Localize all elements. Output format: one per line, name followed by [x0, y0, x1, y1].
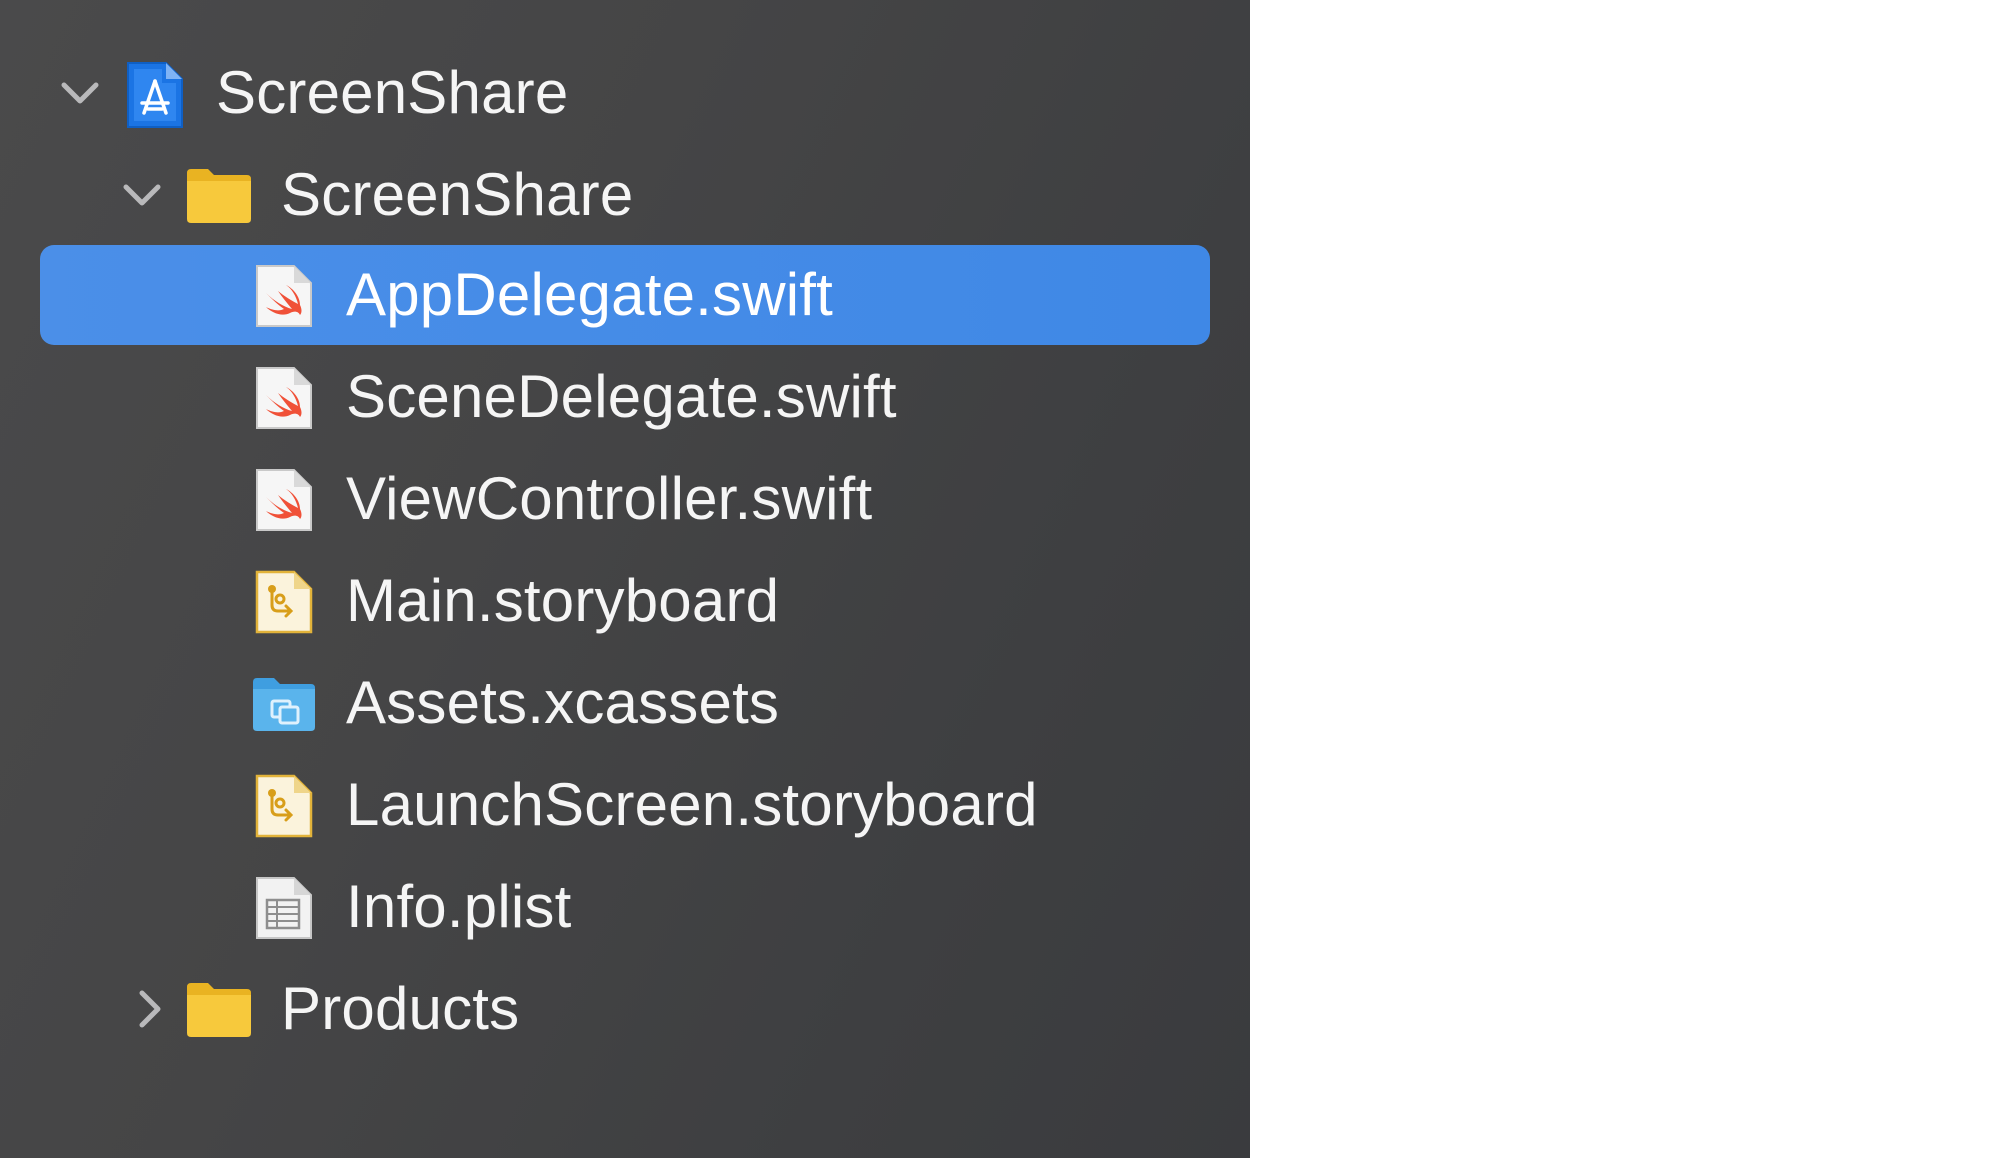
navigator-row-file[interactable]: LaunchScreen.storyboard: [40, 755, 1210, 855]
project-navigator: ScreenShare ScreenShare AppDelegate.swif…: [0, 0, 1250, 1158]
storyboard-file-icon: [254, 569, 314, 640]
storyboard-file-icon: [254, 773, 314, 844]
navigator-row-file[interactable]: Main.storyboard: [40, 551, 1210, 651]
file-label: AppDelegate.swift: [346, 261, 834, 328]
swift-file-icon: [254, 467, 314, 538]
file-label: SceneDelegate.swift: [346, 363, 897, 430]
group-label: ScreenShare: [281, 161, 634, 228]
navigator-row-file[interactable]: Assets.xcassets: [40, 653, 1210, 753]
chevron-down-icon[interactable]: [58, 71, 102, 115]
navigator-row-project[interactable]: ScreenShare: [40, 43, 1210, 143]
file-label: LaunchScreen.storyboard: [346, 771, 1038, 838]
swift-file-icon: [254, 365, 314, 436]
asset-catalog-icon: [250, 675, 318, 738]
products-label: Products: [281, 975, 520, 1042]
folder-icon: [184, 979, 254, 1044]
navigator-row-file[interactable]: SceneDelegate.swift: [40, 347, 1210, 447]
navigator-row-file[interactable]: AppDelegate.swift: [40, 245, 1210, 345]
folder-icon: [184, 165, 254, 230]
file-label: Info.plist: [346, 873, 572, 940]
project-label: ScreenShare: [216, 59, 569, 126]
file-label: Assets.xcassets: [346, 669, 780, 736]
navigator-row-group-products[interactable]: Products: [40, 959, 1210, 1059]
chevron-right-icon[interactable]: [128, 987, 172, 1031]
chevron-down-icon[interactable]: [120, 173, 164, 217]
navigator-row-file[interactable]: ViewController.swift: [40, 449, 1210, 549]
file-label: ViewController.swift: [346, 465, 873, 532]
navigator-row-group-screenshare[interactable]: ScreenShare: [40, 145, 1210, 245]
navigator-row-file[interactable]: Info.plist: [40, 857, 1210, 957]
swift-file-icon: [254, 263, 314, 334]
file-label: Main.storyboard: [346, 567, 780, 634]
plist-file-icon: [254, 875, 314, 946]
xcode-project-icon: [124, 59, 186, 136]
